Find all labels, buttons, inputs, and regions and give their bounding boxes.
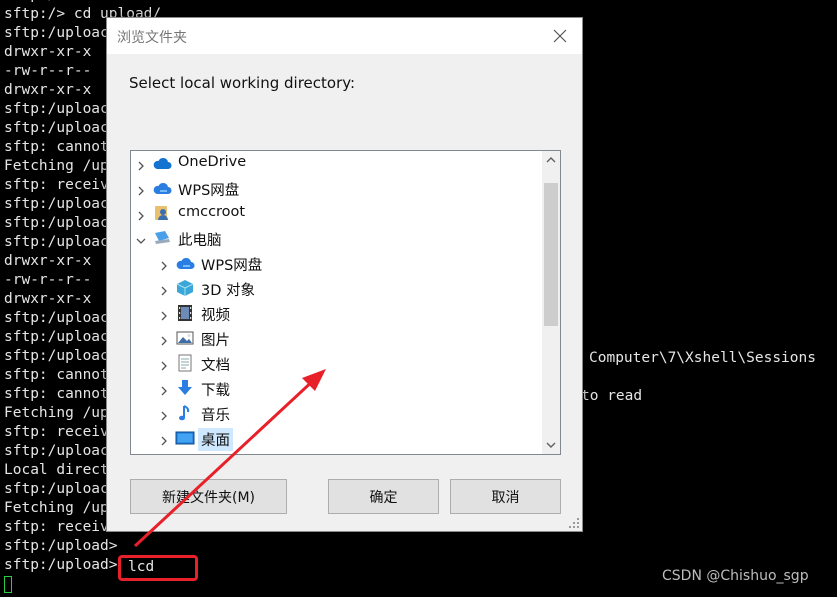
terminal-line: sftp:/uploac [4, 481, 109, 497]
tree-item-label: 下载 [201, 383, 230, 399]
chevron-right-icon[interactable] [135, 207, 147, 221]
close-icon [553, 29, 567, 43]
scroll-down-button[interactable] [542, 436, 560, 454]
terminal-line: -rw-r--r-- [4, 63, 92, 79]
chevron-right-icon[interactable] [158, 307, 170, 321]
tree-item[interactable]: 文档 [131, 351, 541, 376]
terminal-line: sftp:/uploac [4, 101, 109, 117]
terminal-line: Fetching /up [4, 405, 109, 421]
tree-item-label: WPS网盘 [178, 183, 240, 199]
tree-item[interactable]: 此电脑 [131, 226, 541, 251]
wps-cloud-icon [152, 179, 172, 197]
watermark: CSDN @Chishuo_sgp [662, 568, 809, 584]
tree-item-label: OneDrive [178, 154, 247, 170]
terminal-line-fragment: Computer\7\Xshell\Sessions [589, 350, 816, 366]
scroll-up-button[interactable] [542, 151, 560, 169]
terminal-line: Fetching /up [4, 158, 109, 174]
dialog-prompt: Select local working directory: [129, 74, 356, 92]
chevron-right-icon[interactable] [158, 432, 170, 446]
wps-cloud-icon [175, 254, 195, 272]
terminal-line: drwxr-xr-x [4, 291, 92, 307]
scroll-thumb[interactable] [544, 183, 558, 326]
documents-icon [175, 354, 195, 372]
tree-item-label: WPS网盘 [201, 258, 263, 274]
pictures-icon [175, 329, 195, 347]
chevron-right-icon[interactable] [158, 357, 170, 371]
tree-item[interactable]: 3D 对象 [131, 276, 541, 301]
tree-item-label: 文档 [201, 358, 230, 374]
chevron-right-icon[interactable] [158, 257, 170, 271]
music-icon [175, 404, 195, 422]
onedrive-cloud-icon [152, 154, 172, 172]
terminal-line: sftp:/uploac [4, 234, 109, 250]
tree-item-label: 3D 对象 [201, 283, 255, 299]
tree-item[interactable]: OneDrive [131, 151, 541, 176]
chevron-right-icon[interactable] [158, 382, 170, 396]
chevron-down-icon [546, 442, 556, 448]
tree-item[interactable]: 音乐 [131, 401, 541, 426]
tree-item-label: 图片 [201, 333, 230, 349]
chevron-right-icon[interactable] [135, 157, 147, 171]
terminal-cursor [4, 576, 12, 593]
new-folder-button[interactable]: 新建文件夹(M) [130, 479, 287, 514]
terminal-line: sftp:/uploac [4, 310, 109, 326]
dialog-title: 浏览文件夹 [117, 30, 187, 46]
chevron-right-icon[interactable] [158, 407, 170, 421]
terminal-line: sftp:/uploac [4, 443, 109, 459]
chevron-right-icon[interactable] [158, 282, 170, 296]
cancel-button[interactable]: 取消 [450, 479, 561, 514]
terminal-line: sftp: cannot [4, 139, 109, 155]
terminal-line: sftp:/uploac [4, 348, 109, 364]
terminal-line: sftp: cannot [4, 386, 109, 402]
terminal-line: sftp:/upload> [4, 538, 118, 554]
terminal-line: sftp:/uploac [4, 196, 109, 212]
tree-item-label: 视频 [201, 308, 230, 324]
tree-item-label: 音乐 [201, 408, 230, 424]
terminal-line: drwxr-xr-x [4, 82, 92, 98]
tree-item-label: cmccroot [178, 204, 246, 220]
chevron-right-icon[interactable] [158, 332, 170, 346]
browse-folder-dialog: 浏览文件夹 Select local working directory: On… [106, 17, 583, 532]
dialog-titlebar[interactable]: 浏览文件夹 [107, 18, 582, 54]
terminal-line: Fetching /up [4, 500, 109, 516]
terminal-line: drwxr-xr-x [4, 44, 92, 60]
command-highlight-box [118, 555, 198, 581]
tree-scrollbar[interactable] [542, 151, 560, 454]
tree-item[interactable]: cmccroot [131, 201, 541, 226]
terminal-line: -rw-r--r-- [4, 272, 92, 288]
chevron-down-icon[interactable] [135, 232, 147, 244]
close-button[interactable] [538, 18, 582, 54]
desktop-icon [175, 429, 195, 447]
downloads-icon [175, 379, 195, 397]
tree-item[interactable]: WPS网盘 [131, 251, 541, 276]
tree-item[interactable]: 视频 [131, 301, 541, 326]
terminal-line: sftp:/uploac [4, 215, 109, 231]
terminal-line: sftp:/uploac [4, 120, 109, 136]
terminal-line: Local direct [4, 462, 109, 478]
terminal-line: sftp:/upload> [4, 557, 118, 573]
terminal-line: sftp:/uploac [4, 25, 109, 41]
terminal-line: drwxr-xr-x [4, 253, 92, 269]
tree-item[interactable]: 桌面 [131, 426, 541, 451]
terminal-line-fragment: to read [581, 388, 643, 404]
3d-objects-icon [175, 279, 195, 297]
video-icon [175, 304, 195, 322]
folder-tree[interactable]: OneDrive WPS网盘 cmccroot 此电脑 WPS网盘 3D 对象视频图片文档… [130, 150, 561, 455]
user-folder-icon [152, 204, 172, 222]
resize-grip-icon[interactable] [568, 517, 580, 529]
ok-button[interactable]: 确定 [328, 479, 439, 514]
terminal-line: sftp: receiv [4, 519, 109, 535]
tree-item[interactable]: 下载 [131, 376, 541, 401]
chevron-right-icon[interactable] [135, 182, 147, 196]
tree-item-label: 桌面 [198, 428, 233, 451]
terminal-line: sftp: cannot [4, 367, 109, 383]
tree-item[interactable]: WPS网盘 [131, 176, 541, 201]
tree-item-label: 此电脑 [178, 233, 222, 249]
terminal-line: sftp:/uploac [4, 329, 109, 345]
terminal-line: sftp: receiv [4, 177, 109, 193]
chevron-up-icon [546, 157, 556, 163]
computer-icon [152, 229, 172, 247]
terminal-line: sftp: receiv [4, 424, 109, 440]
tree-item[interactable]: 图片 [131, 326, 541, 351]
